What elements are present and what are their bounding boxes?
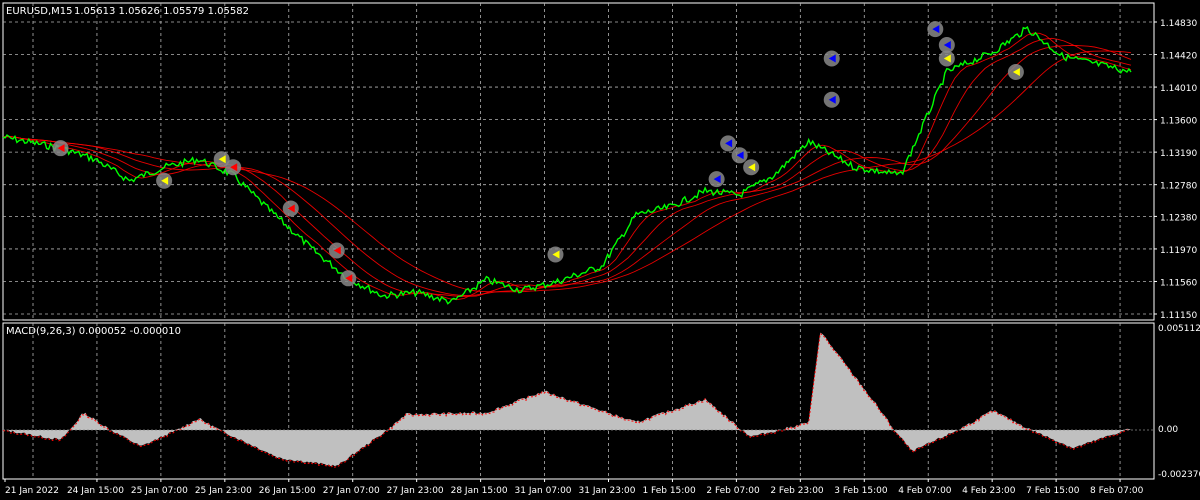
time-tick-label: 31 Jan 07:00: [515, 486, 572, 496]
macd-label: MACD(9,26,3) 0.000052 -0.000010: [6, 326, 181, 337]
trade-marker: [823, 91, 840, 108]
trade-marker: [340, 270, 357, 287]
price-tick-label: 1.11150: [1160, 311, 1197, 321]
time-tick-label: 25 Jan 23:00: [195, 486, 252, 496]
time-tick-label: 2 Feb 07:00: [706, 486, 760, 496]
trade-marker: [720, 135, 737, 152]
trade-marker: [743, 159, 760, 176]
time-tick-label: 21 Jan 2022: [5, 486, 59, 496]
price-tick-label: 1.12380: [1160, 213, 1197, 223]
price-tick-label: 1.12780: [1160, 182, 1197, 192]
ohlc-info: 1.05613 1.05626 1.05579 1.05582: [74, 6, 249, 17]
trade-marker: [156, 172, 173, 189]
price-tick-label: 1.14830: [1160, 19, 1197, 29]
time-tick-label: 2 Feb 23:00: [770, 486, 824, 496]
trade-marker: [282, 200, 299, 217]
time-tick-label: 28 Jan 15:00: [451, 486, 508, 496]
macd-scale-zero: 0.00: [1158, 425, 1178, 435]
trade-marker: [52, 140, 69, 157]
trade-marker: [927, 21, 944, 38]
trade-marker: [938, 37, 955, 54]
time-tick-label: 27 Jan 07:00: [323, 486, 380, 496]
trade-marker: [225, 159, 242, 176]
time-tick-label: 7 Feb 15:00: [1026, 486, 1080, 496]
price-tick-label: 1.14010: [1160, 84, 1197, 94]
trade-marker: [328, 242, 345, 259]
trade-marker: [547, 246, 564, 263]
trade-marker: [823, 50, 840, 67]
price-tick-label: 1.11970: [1160, 246, 1197, 256]
time-tick-label: 8 Feb 07:00: [1090, 486, 1144, 496]
time-tick-label: 24 Jan 15:00: [67, 486, 124, 496]
trading-chart[interactable]: EURUSD,M15 1.05613 1.05626 1.05579 1.055…: [0, 0, 1200, 500]
price-tick-label: 1.11560: [1160, 278, 1197, 288]
price-tick-label: 1.13600: [1160, 117, 1197, 127]
price-tick-label: 1.13190: [1160, 149, 1197, 159]
time-tick-label: 3 Feb 15:00: [834, 486, 888, 496]
price-tick-label: 1.14420: [1160, 52, 1197, 62]
trade-marker: [1007, 63, 1024, 80]
trade-marker: [708, 171, 725, 188]
time-tick-label: 4 Feb 07:00: [898, 486, 952, 496]
trade-marker: [731, 147, 748, 164]
time-tick-label: 1 Feb 15:00: [642, 486, 696, 496]
macd-scale-min: -0.002376: [1158, 470, 1200, 480]
time-tick-label: 27 Jan 23:00: [387, 486, 444, 496]
time-tick-label: 26 Jan 15:00: [259, 486, 316, 496]
time-tick-label: 4 Feb 23:00: [962, 486, 1016, 496]
time-tick-label: 25 Jan 07:00: [131, 486, 188, 496]
symbol-info: EURUSD,M15: [6, 6, 72, 17]
time-tick-label: 31 Jan 23:00: [579, 486, 636, 496]
macd-scale-max: 0.005112: [1158, 324, 1200, 334]
